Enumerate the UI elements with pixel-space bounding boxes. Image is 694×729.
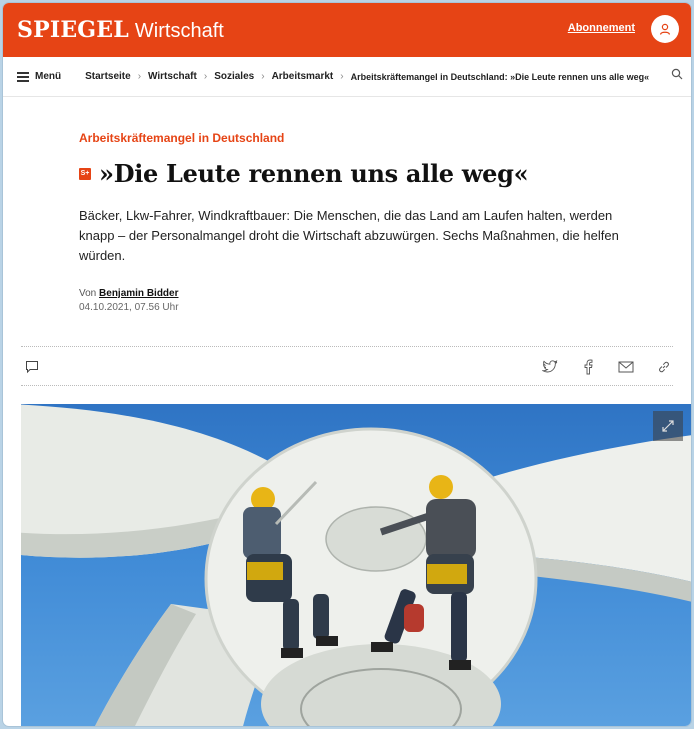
link-icon[interactable] (655, 359, 673, 375)
byline-prefix: Von (79, 288, 97, 299)
breadcrumb-separator: › (203, 71, 208, 82)
breadcrumb-wirtschaft[interactable]: Wirtschaft (148, 71, 197, 82)
breadcrumb-separator: › (137, 71, 142, 82)
share-icons (541, 359, 673, 375)
spiegel-plus-badge: S+ (79, 167, 91, 180)
comment-icon[interactable] (25, 360, 39, 374)
user-account-button[interactable] (651, 15, 679, 43)
article-kicker: Arbeitskräftemangel in Deutschland (79, 131, 285, 145)
publish-date: 04.10.2021, 07.56 Uhr (79, 302, 179, 313)
breadcrumb-nav: Menü Startseite › Wirtschaft › Soziales … (3, 57, 691, 97)
menu-label: Menü (35, 71, 62, 82)
hamburger-icon (17, 72, 29, 82)
byline: Von Benjamin Bidder (79, 288, 691, 299)
menu-button[interactable]: Menü (17, 71, 61, 82)
subscription-link[interactable]: Abonnement (568, 22, 635, 34)
author-link[interactable]: Benjamin Bidder (99, 288, 178, 299)
article-header: Arbeitskräftemangel in Deutschland S+ »D… (3, 97, 691, 313)
search-icon[interactable] (671, 68, 683, 80)
logo-section-text: Wirtschaft (134, 20, 224, 42)
headline-row: S+ »Die Leute rennen uns alle weg« (79, 159, 691, 188)
logo-main-text: SPIEGEL (17, 17, 129, 43)
user-icon (659, 23, 671, 35)
breadcrumb-home[interactable]: Startseite (85, 71, 131, 82)
browser-page: SPIEGEL Wirtschaft Abonnement Menü Start… (3, 3, 691, 726)
breadcrumb-soziales[interactable]: Soziales (214, 71, 254, 82)
breadcrumb-current: Arbeitskräftemangel in Deutschland: »Die… (350, 71, 650, 82)
twitter-icon[interactable] (541, 359, 559, 375)
site-header: SPIEGEL Wirtschaft Abonnement (3, 3, 691, 57)
article-hero-image[interactable] (21, 404, 691, 726)
article-title: »Die Leute rennen uns alle weg« (99, 159, 529, 188)
wind-turbine-illustration (21, 404, 691, 726)
site-logo[interactable]: SPIEGEL Wirtschaft (17, 17, 224, 43)
expand-image-button[interactable] (653, 411, 683, 441)
breadcrumb-arbeitsmarkt[interactable]: Arbeitsmarkt (272, 71, 334, 82)
facebook-icon[interactable] (579, 359, 597, 375)
expand-icon (662, 420, 674, 432)
breadcrumb-separator: › (261, 71, 265, 82)
breadcrumb: Startseite › Wirtschaft › Soziales › Arb… (85, 71, 649, 82)
article-lead: Bäcker, Lkw-Fahrer, Windkraftbauer: Die … (79, 208, 619, 263)
share-bar (21, 346, 673, 386)
breadcrumb-separator: › (340, 71, 344, 82)
mail-icon[interactable] (617, 359, 635, 375)
